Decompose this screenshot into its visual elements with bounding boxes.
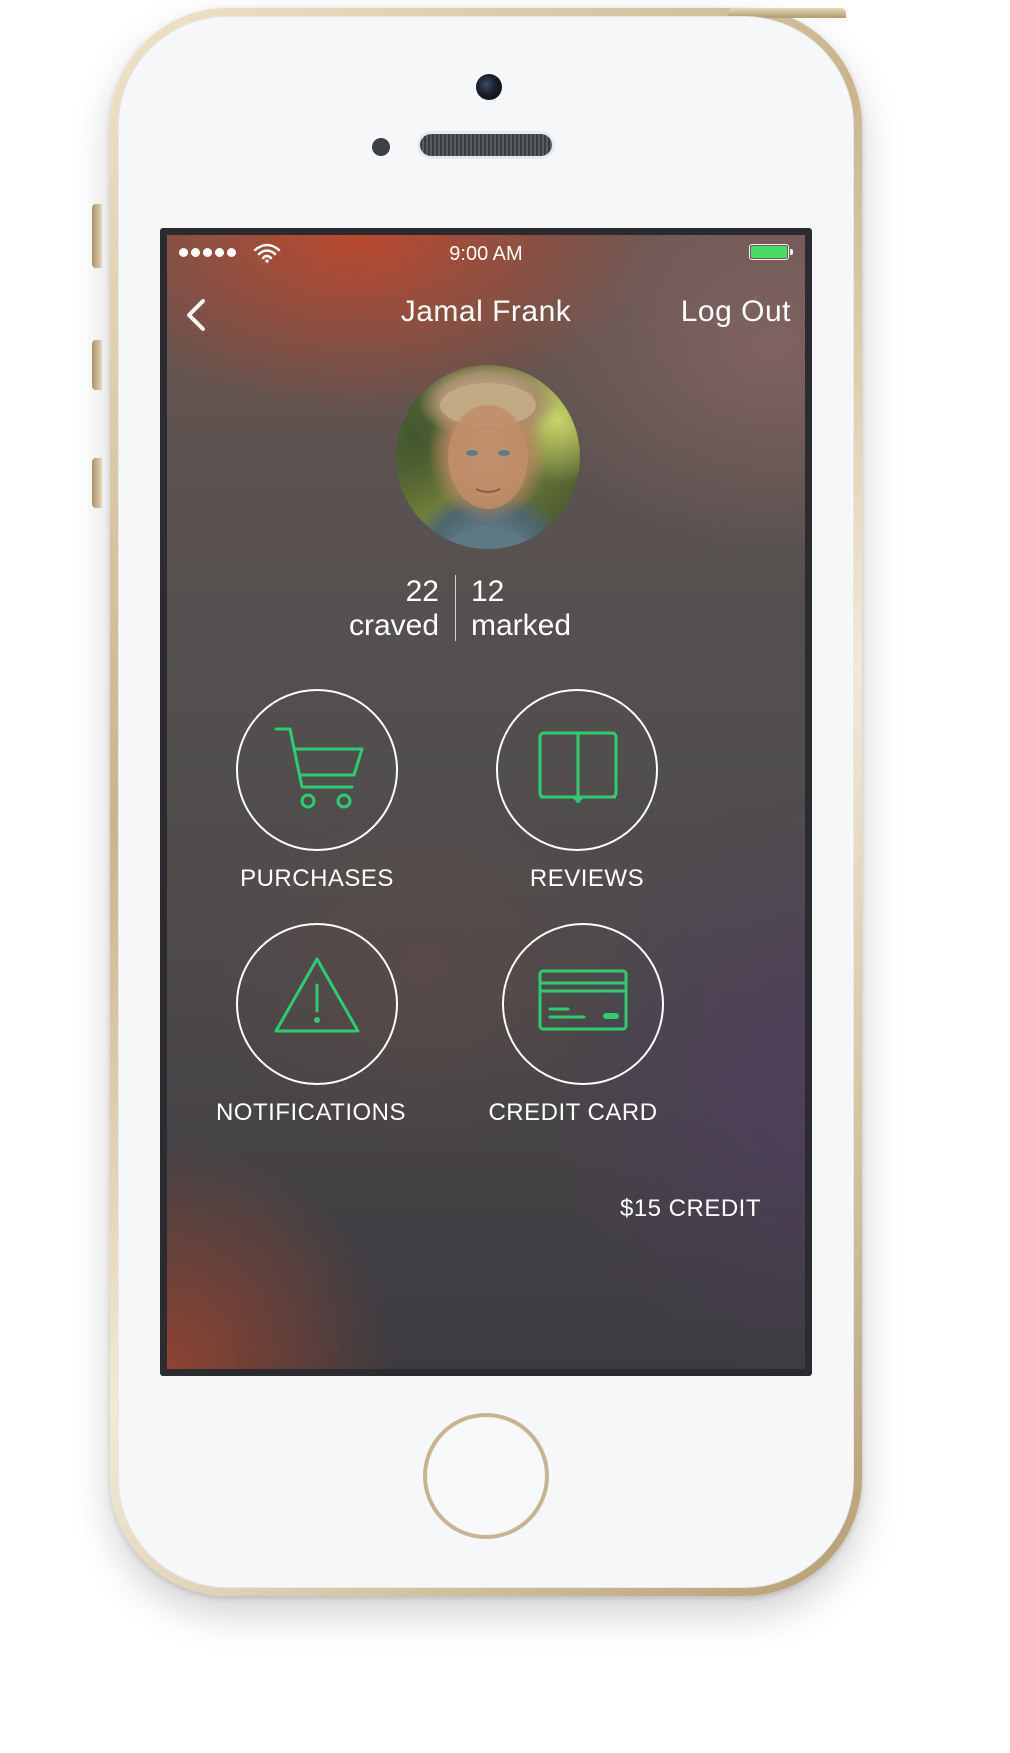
credit-card-label: CREDIT CARD <box>488 1099 658 1126</box>
reviews-circle[interactable] <box>496 689 658 851</box>
marked-stat: 12 marked <box>471 575 571 643</box>
reviews-label: REVIEWS <box>529 865 645 892</box>
notifications-button[interactable]: NOTIFICATIONS <box>177 923 437 1133</box>
credit-balance: $15 CREDIT <box>619 1195 761 1222</box>
purchases-circle[interactable] <box>236 689 398 851</box>
profile-stats: 22 craved 12 marked <box>167 575 805 645</box>
status-time: 9:00 AM <box>449 243 523 265</box>
battery-level-fill <box>751 246 787 258</box>
cart-icon <box>274 727 364 809</box>
stage: 9:00 AM Jamal Frank Log Out 22 craved 12… <box>0 0 1010 1753</box>
notifications-circle[interactable] <box>236 923 398 1085</box>
credit-card-circle[interactable] <box>502 923 664 1085</box>
home-button[interactable] <box>423 1413 549 1539</box>
battery-icon <box>749 244 789 260</box>
avatar <box>396 365 580 549</box>
battery-tip <box>790 249 793 255</box>
book-icon <box>538 731 618 803</box>
notifications-label: NOTIFICATIONS <box>215 1099 407 1126</box>
marked-count: 12 <box>471 575 505 608</box>
credit-card-icon <box>538 969 628 1031</box>
mute-switch <box>92 204 102 268</box>
profile-screen: 9:00 AM Jamal Frank Log Out 22 craved 12… <box>167 235 805 1369</box>
screen: 9:00 AM Jamal Frank Log Out 22 craved 12… <box>160 228 812 1376</box>
marked-label: marked <box>471 609 572 642</box>
volume-up-button <box>92 340 102 390</box>
craved-stat: 22 craved <box>349 575 439 643</box>
purchases-label: PURCHASES <box>240 865 394 892</box>
proximity-sensor <box>372 138 390 156</box>
front-camera <box>476 74 502 100</box>
stats-divider <box>455 575 456 641</box>
craved-count: 22 <box>405 575 439 608</box>
earpiece-speaker <box>420 134 552 156</box>
status-bar: 9:00 AM <box>167 235 805 269</box>
credit-card-button[interactable]: CREDIT CARD <box>443 923 703 1133</box>
warning-icon <box>274 957 360 1033</box>
craved-label: craved <box>348 609 439 642</box>
purchases-button[interactable]: PURCHASES <box>177 689 437 899</box>
logout-button[interactable]: Log Out <box>681 295 791 329</box>
reviews-button[interactable]: REVIEWS <box>437 689 697 899</box>
volume-down-button <box>92 458 102 508</box>
profile-photo <box>436 383 540 549</box>
